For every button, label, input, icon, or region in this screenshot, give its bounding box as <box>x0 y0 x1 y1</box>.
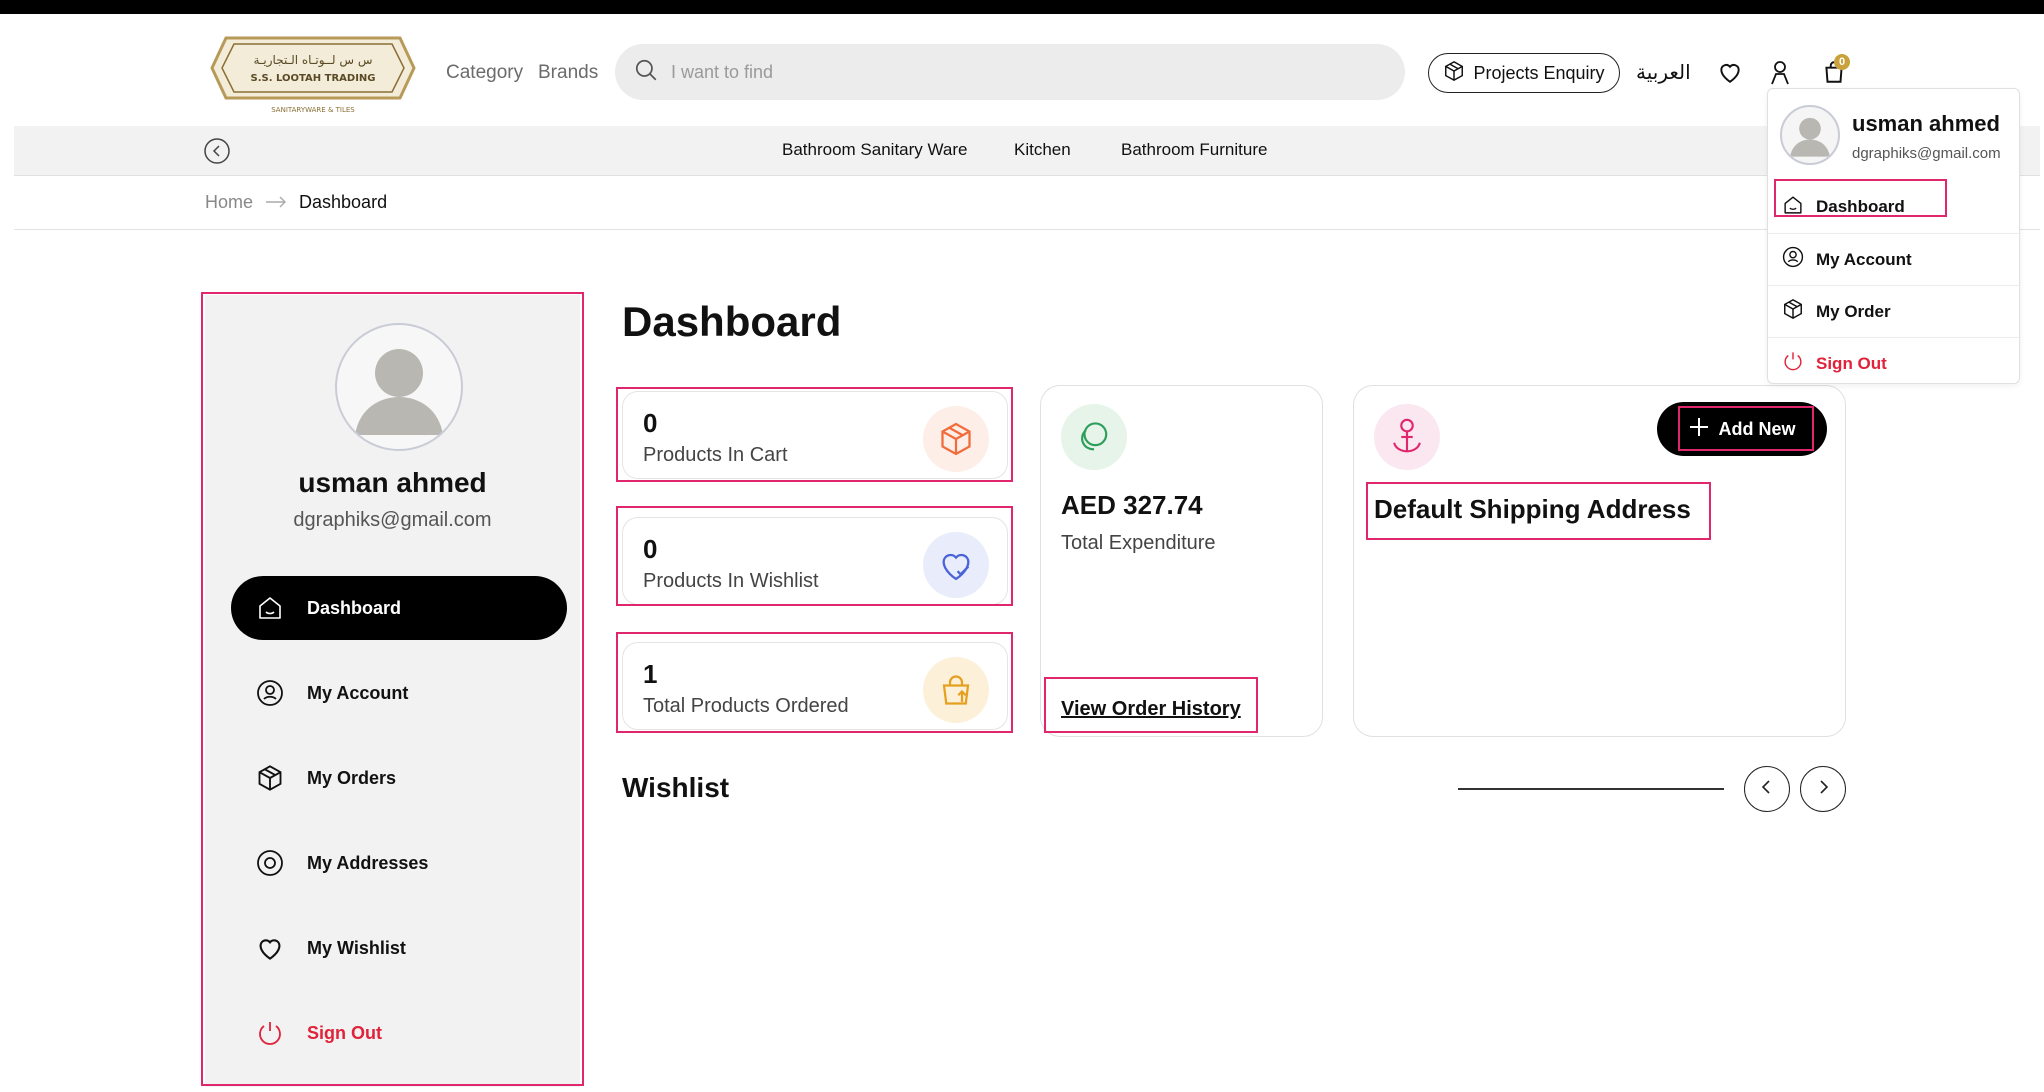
breadcrumb-home[interactable]: Home <box>205 192 253 213</box>
search-bar[interactable] <box>615 44 1405 100</box>
logo-tagline: SANITARYWARE & TILES <box>271 106 355 114</box>
arrow-right-icon <box>265 192 287 213</box>
breadcrumb-current: Dashboard <box>299 192 388 212</box>
dropdown-item-my-order[interactable]: My Order <box>1768 285 2021 337</box>
sidebar-item-my-orders[interactable]: My Orders <box>231 746 567 810</box>
total-expenditure-label: Total Expenditure <box>1061 532 1216 554</box>
search-icon <box>633 57 659 88</box>
logo-english-text: S.S. LOOTAH TRADING <box>251 73 376 84</box>
sidebar-item-my-addresses[interactable]: My Addresses <box>231 831 567 895</box>
sidebar-user-name: usman ahmed <box>298 467 487 498</box>
box-icon <box>1782 298 1804 325</box>
sidebar-item-my-wishlist[interactable]: My Wishlist <box>231 916 567 980</box>
home-icon <box>255 593 285 623</box>
stat-label: Products In Wishlist <box>643 570 819 592</box>
wishlist-next-button[interactable] <box>1800 766 1846 812</box>
subnav-kitchen[interactable]: Kitchen <box>1014 140 1071 160</box>
dropdown-item-dashboard[interactable]: Dashboard <box>1768 181 2021 233</box>
location-icon <box>255 848 285 878</box>
avatar <box>1780 105 1840 165</box>
subnav-bathroom-furniture[interactable]: Bathroom Furniture <box>1121 140 1267 160</box>
breadcrumb: Home Dashboard <box>205 192 387 213</box>
sidebar-item-label: My Addresses <box>307 852 429 873</box>
home-icon <box>1782 194 1804 221</box>
site-logo[interactable]: س س لــوتـاه الـتجاريـة S.S. LOOTAH TRAD… <box>208 34 418 116</box>
wishlist-prev-button[interactable] <box>1744 766 1790 812</box>
dropdown-item-label: Dashboard <box>1816 197 1905 216</box>
stat-label: Total Products Ordered <box>643 695 849 717</box>
language-switch[interactable]: العربية <box>1636 60 1691 85</box>
stat-value: 1 <box>643 659 658 689</box>
add-new-address-button[interactable]: Add New <box>1657 402 1827 456</box>
sidebar-item-label: Sign Out <box>307 1022 382 1043</box>
user-icon[interactable] <box>1766 58 1794 86</box>
sidebar-item-dashboard[interactable]: Dashboard <box>231 576 567 640</box>
dropdown-user-email: dgraphiks@gmail.com <box>1852 145 2001 162</box>
stat-card-wishlist: 0 Products In Wishlist <box>622 517 1008 605</box>
stat-label: Products In Cart <box>643 444 788 466</box>
category-subnav: Bathroom Sanitary Ware Kitchen Bathroom … <box>14 126 2040 176</box>
coins-icon <box>1061 404 1127 470</box>
power-icon <box>1782 350 1804 377</box>
account-sidebar: usman ahmed dgraphiks@gmail.com Dashboar… <box>205 295 580 1087</box>
cart-icon[interactable]: 0 <box>1820 54 1850 86</box>
projects-enquiry-label: Projects Enquiry <box>1473 62 1605 83</box>
stat-value: 0 <box>643 534 658 564</box>
header-divider <box>14 229 2040 230</box>
sidebar-item-label: My Wishlist <box>307 937 406 958</box>
search-input[interactable] <box>671 61 1271 83</box>
box-icon <box>1443 60 1465 87</box>
total-expenditure-amount: AED 327.74 <box>1061 490 1203 520</box>
dropdown-user-name: usman ahmed <box>1852 111 2000 136</box>
top-black-bar <box>0 0 2044 14</box>
subnav-bathroom-sanitary-ware[interactable]: Bathroom Sanitary Ware <box>782 140 968 160</box>
chevron-left-icon <box>1758 778 1776 801</box>
chevron-right-icon <box>1814 778 1832 801</box>
sidebar-user-email: dgraphiks@gmail.com <box>293 509 492 531</box>
avatar <box>335 323 463 451</box>
wishlist-section-title: Wishlist <box>622 772 730 803</box>
box-icon <box>255 763 285 793</box>
projects-enquiry-button[interactable]: Projects Enquiry <box>1428 53 1620 93</box>
power-icon <box>255 1018 285 1048</box>
account-dropdown-menu: usman ahmed dgraphiks@gmail.com Dashboar… <box>1767 88 2021 384</box>
sidebar-item-label: Dashboard <box>307 597 402 618</box>
nav-category[interactable]: Category <box>446 62 523 84</box>
cart-count-badge: 0 <box>1834 54 1850 70</box>
heart-check-icon <box>923 532 989 598</box>
stat-card-cart: 0 Products In Cart <box>622 391 1008 479</box>
user-circle-icon <box>1782 246 1804 273</box>
sidebar-item-label: My Account <box>307 682 409 703</box>
sidebar-item-sign-out[interactable]: Sign Out <box>231 1001 567 1065</box>
plus-icon <box>1688 416 1710 443</box>
nav-brands[interactable]: Brands <box>538 62 598 84</box>
user-circle-icon <box>255 678 285 708</box>
view-order-history-link[interactable]: View Order History <box>1061 698 1241 721</box>
expenditure-card: AED 327.74 Total Expenditure View Order … <box>1040 385 1323 737</box>
wishlist-progress-line <box>1458 788 1724 790</box>
shipping-address-card: Default Shipping Address Add New <box>1353 385 1846 737</box>
chevron-left-icon[interactable] <box>204 138 230 164</box>
dropdown-item-label: Sign Out <box>1816 353 1887 373</box>
anchor-icon <box>1374 404 1440 470</box>
dropdown-item-sign-out[interactable]: Sign Out <box>1768 337 2021 389</box>
bag-up-icon <box>923 657 989 723</box>
heart-icon <box>255 933 285 963</box>
sidebar-item-my-account[interactable]: My Account <box>231 661 567 725</box>
logo-arabic-text: س س لــوتـاه الـتجاريـة <box>253 53 372 68</box>
heart-icon[interactable] <box>1716 58 1744 86</box>
stat-value: 0 <box>643 408 658 438</box>
add-new-label: Add New <box>1718 418 1796 439</box>
box-icon <box>923 406 989 472</box>
page-title: Dashboard <box>622 298 842 345</box>
default-shipping-address-title: Default Shipping Address <box>1374 494 1691 524</box>
dropdown-item-label: My Account <box>1816 249 1912 269</box>
dropdown-item-my-account[interactable]: My Account <box>1768 233 2021 285</box>
stat-card-ordered: 1 Total Products Ordered <box>622 642 1008 730</box>
dropdown-item-label: My Order <box>1816 301 1891 321</box>
sidebar-item-label: My Orders <box>307 767 397 788</box>
